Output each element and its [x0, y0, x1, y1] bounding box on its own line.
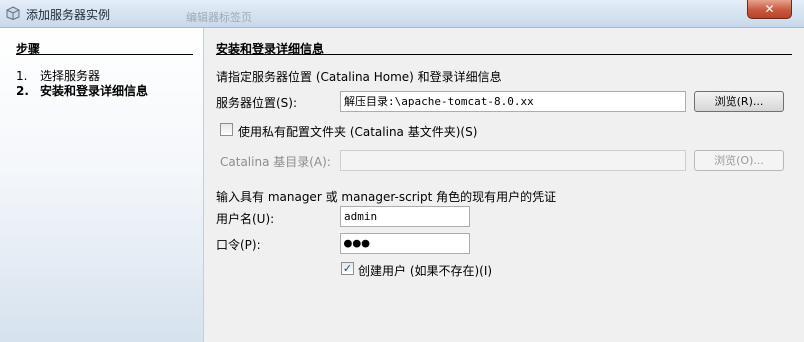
window-title: 添加服务器实例 — [26, 8, 111, 22]
username-input[interactable]: admin — [340, 206, 470, 227]
title-bar: 添加服务器实例 编辑器标签页 ✕ — [0, 0, 804, 28]
step-label: 安装和登录详细信息 — [40, 84, 149, 98]
steps-divider — [16, 54, 193, 55]
create-user-label: 创建用户 (如果不存在)(I) — [358, 264, 493, 278]
step-item-install-login: 2. 安装和登录详细信息 — [16, 82, 148, 99]
private-config-label: 使用私有配置文件夹 (Catalina 基文件夹)(S) — [238, 125, 478, 139]
server-location-input[interactable]: 解压目录:\apache-tomcat-8.0.xx — [340, 91, 686, 112]
instruction-text: 请指定服务器位置 (Catalina Home) 和登录详细信息 — [216, 70, 502, 84]
password-input[interactable]: ●●● — [340, 233, 470, 254]
app-cube-icon — [6, 6, 20, 20]
step-label: 选择服务器 — [40, 69, 101, 83]
step-number: 2. — [16, 84, 29, 98]
steps-pane: 步骤 1. 选择服务器 2. 安装和登录详细信息 — [0, 28, 204, 342]
server-location-label: 服务器位置(S): — [216, 96, 298, 110]
step-number: 1. — [16, 69, 28, 83]
password-label: 口令(P): — [216, 238, 261, 252]
browse-catalina-base-button[interactable]: 浏览(O)... — [694, 150, 784, 171]
close-button[interactable]: ✕ — [747, 0, 792, 19]
section-divider — [216, 54, 792, 55]
username-label: 用户名(U): — [216, 212, 275, 226]
create-user-checkbox[interactable]: ✓ — [341, 262, 354, 275]
catalina-base-label: Catalina 基目录(A): — [220, 155, 331, 169]
catalina-base-input[interactable] — [340, 150, 686, 171]
credentials-instruction: 输入具有 manager 或 manager-script 角色的现有用户的凭证 — [216, 190, 557, 204]
content-pane: 安装和登录详细信息 请指定服务器位置 (Catalina Home) 和登录详细… — [204, 28, 804, 342]
browse-server-button[interactable]: 浏览(R)... — [694, 91, 784, 112]
background-window-title: 编辑器标签页 — [186, 11, 252, 24]
private-config-checkbox[interactable] — [220, 123, 233, 136]
